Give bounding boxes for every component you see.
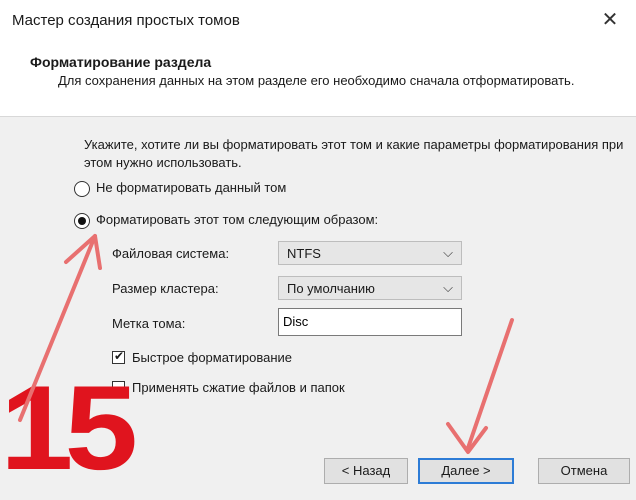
arrow-to-format-radio <box>18 234 97 422</box>
arrow-head-next-button <box>446 422 488 454</box>
arrow-to-next-button <box>466 318 514 450</box>
annotation-arrows <box>18 234 514 454</box>
